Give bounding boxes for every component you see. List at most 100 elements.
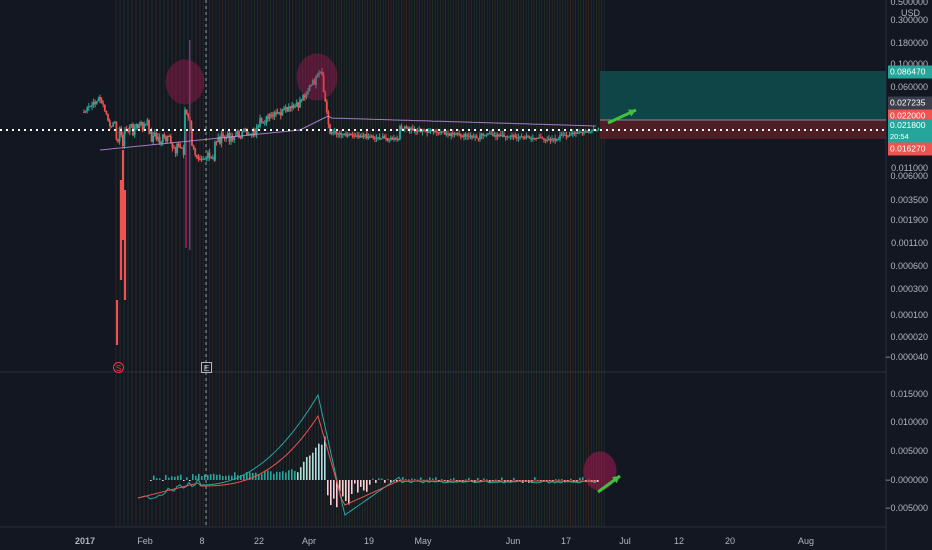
candle-body xyxy=(498,134,501,136)
candle-body xyxy=(194,148,197,155)
macd-tick: 0.015000 xyxy=(890,389,928,399)
candle-body xyxy=(581,132,584,134)
candle-body xyxy=(270,114,273,116)
candle-body xyxy=(297,102,300,108)
candle-body xyxy=(102,103,105,105)
start-marker[interactable]: S xyxy=(113,362,124,373)
candle-body xyxy=(514,135,517,138)
price-tick: 0.000600 xyxy=(890,261,928,271)
candle-body xyxy=(340,133,343,135)
price-tick: 0.300000 xyxy=(890,15,928,25)
candle-body xyxy=(294,106,297,108)
macd-bar xyxy=(405,479,407,481)
macd-bar xyxy=(171,476,173,480)
candle-body xyxy=(351,134,354,136)
candle-body xyxy=(117,139,119,142)
candle-body xyxy=(520,136,523,138)
candle-body xyxy=(130,124,133,126)
candle-body xyxy=(504,136,507,138)
macd-bar xyxy=(222,476,224,480)
macd-bar xyxy=(579,477,581,480)
candle-body xyxy=(173,147,175,149)
candle-body xyxy=(348,133,351,136)
candle-body xyxy=(499,134,502,136)
candle-body xyxy=(567,135,569,137)
candle-body xyxy=(100,99,103,104)
candle-body xyxy=(302,94,305,100)
macd-bar xyxy=(315,447,317,480)
candle-body xyxy=(257,125,260,128)
candle-body xyxy=(349,133,352,135)
macd-bar xyxy=(453,478,455,480)
time-tick: Aug xyxy=(797,536,815,546)
candle-body xyxy=(353,135,355,137)
macd-bar xyxy=(417,479,419,481)
macd-bar xyxy=(345,480,347,501)
candle-body xyxy=(107,113,109,121)
macd-bar xyxy=(291,469,293,480)
time-tick: 19 xyxy=(363,536,375,546)
candle-body xyxy=(386,138,389,141)
candle-body xyxy=(176,143,179,154)
candle-body xyxy=(549,139,552,141)
candle-body xyxy=(375,137,378,139)
candle-body xyxy=(531,138,534,140)
candle-body xyxy=(547,139,550,141)
price-tag: 0.086470 xyxy=(888,65,932,79)
candle-body xyxy=(153,132,156,136)
macd-bar xyxy=(402,477,404,480)
macd-bar xyxy=(366,480,368,492)
candle-body xyxy=(482,133,485,136)
macd-bar xyxy=(180,474,182,480)
candle-body xyxy=(587,132,590,134)
candle-body xyxy=(591,129,593,132)
candle-body xyxy=(354,135,357,137)
time-tick: 2017 xyxy=(74,536,96,546)
candle-body xyxy=(120,127,123,136)
candle-body xyxy=(215,141,218,143)
candle-body xyxy=(345,133,347,136)
macd-bar xyxy=(468,477,470,480)
candle-body xyxy=(450,132,453,136)
candle-body xyxy=(112,122,115,127)
candle-body xyxy=(335,131,338,135)
candle-body xyxy=(275,112,277,115)
price-tick: 0.000020 xyxy=(890,332,928,342)
macd-bar xyxy=(309,455,311,480)
chart-canvas[interactable] xyxy=(0,0,932,550)
price-tick: 0.001900 xyxy=(890,215,928,225)
candle-body xyxy=(91,105,93,107)
candle-body xyxy=(434,131,437,133)
candle-body xyxy=(559,135,561,140)
candle-body xyxy=(483,135,486,137)
candle-body xyxy=(583,132,585,134)
time-tick: May xyxy=(414,536,432,546)
macd-bar xyxy=(333,480,335,499)
candle-body xyxy=(222,133,224,137)
candle-body xyxy=(455,133,457,135)
candle-body xyxy=(364,134,367,136)
macd-bar xyxy=(252,472,254,480)
candle-body xyxy=(475,136,478,139)
candle-body xyxy=(522,136,525,138)
candle-body xyxy=(579,132,582,134)
macd-bar xyxy=(201,476,203,480)
candle-body xyxy=(557,139,560,141)
macd-bar xyxy=(570,478,572,480)
candle-body xyxy=(447,133,449,135)
candle-body xyxy=(291,105,293,109)
candle-body xyxy=(493,135,496,137)
time-tick: 8 xyxy=(199,536,205,546)
candle-body xyxy=(140,121,142,125)
end-marker[interactable]: E xyxy=(201,362,212,373)
candle-body xyxy=(357,135,360,138)
macd-bar xyxy=(156,478,158,480)
candle-body xyxy=(207,152,209,159)
macd-bar xyxy=(387,479,389,481)
candle-body xyxy=(202,158,205,160)
candle-body xyxy=(443,131,446,135)
candle-body xyxy=(472,137,475,139)
candle-body xyxy=(226,133,229,137)
macd-bar xyxy=(177,475,179,480)
price-tick: 0.060000 xyxy=(890,82,928,92)
